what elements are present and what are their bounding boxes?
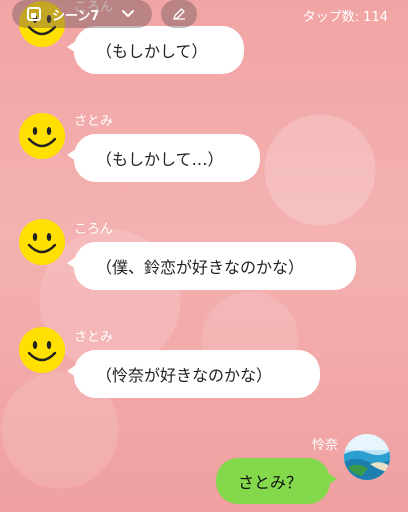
sender-name: 怜奈 (311, 438, 338, 453)
message-text: さとみ？ (238, 473, 303, 492)
landscape-photo-icon (344, 434, 390, 480)
sender-name: さとみ (74, 114, 114, 129)
message-bubble: （もしかして…） (67, 134, 260, 182)
message-bubble-own: さとみ？ (216, 458, 337, 504)
tap-count: タップ数: 114 (302, 10, 388, 25)
message-bubble: （僕、鈴恋が好きなのかな） (67, 242, 356, 290)
message-text: （もしかして…） (96, 150, 224, 169)
top-bar: シーン7 タップ数: 114 (0, 0, 408, 30)
sender-name: ころん (74, 222, 114, 237)
scene-label: シーン7 (52, 9, 100, 24)
user-avatar[interactable] (344, 434, 390, 480)
sender-name: さとみ (74, 330, 114, 345)
chevron-down-icon (122, 10, 134, 17)
scene-selector-button[interactable]: シーン7 (12, 0, 152, 28)
message-bubble: （もしかして） (67, 26, 244, 74)
message-text: （僕、鈴恋が好きなのかな） (96, 258, 305, 277)
message-text: （怜奈が好きなのかな） (96, 366, 273, 385)
smiley-avatar-icon[interactable] (18, 218, 66, 266)
smiley-avatar-icon[interactable] (18, 112, 66, 160)
scene-icon (27, 7, 41, 21)
message-bubble: （怜奈が好きなのかな） (67, 350, 320, 398)
edit-button[interactable] (161, 0, 197, 28)
pencil-icon (173, 8, 185, 20)
message-text: （もしかして） (96, 42, 208, 61)
smiley-avatar-icon[interactable] (18, 326, 66, 374)
